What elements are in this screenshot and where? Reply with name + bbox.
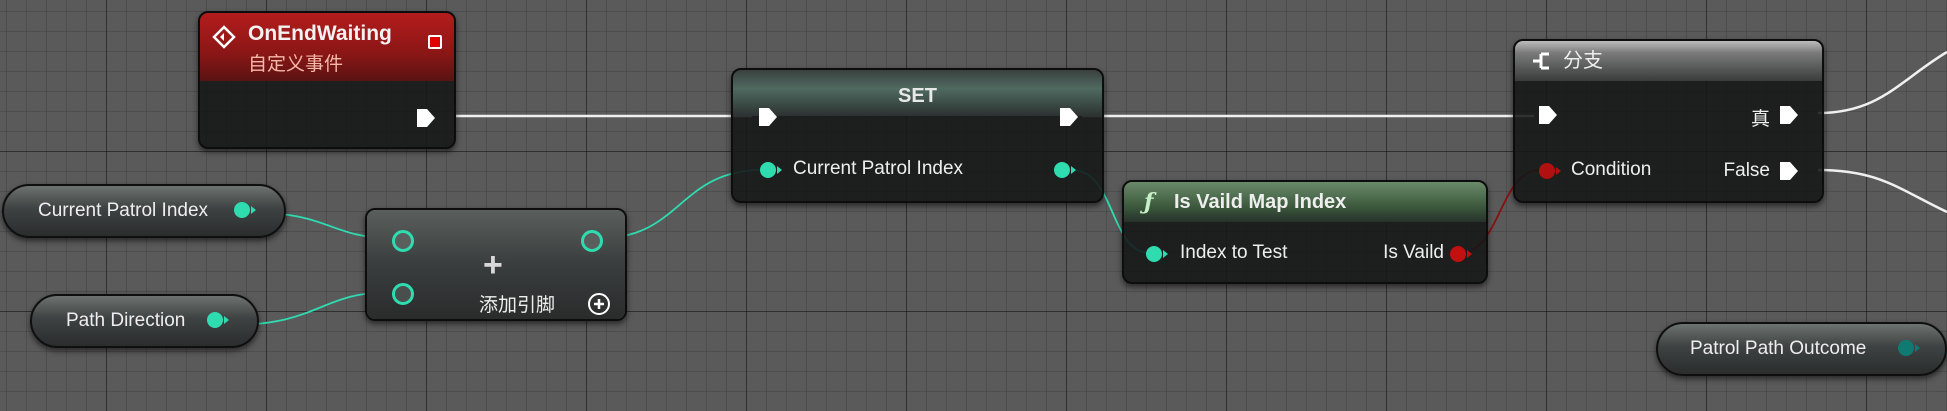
current-patrol-index-out-pin[interactable] [234, 202, 250, 218]
event-diamond-icon [212, 25, 236, 54]
add-circle-icon[interactable] [587, 292, 611, 321]
is-valid-map-index-node[interactable]: ƒ Is Vaild Map Index Index to Test Is Va… [1122, 180, 1488, 284]
set-value-in-pin[interactable] [760, 162, 776, 178]
func-isvalid-label: Is Vaild [1383, 242, 1444, 263]
branch-true-label: 真 [1750, 109, 1770, 130]
set-variable-node[interactable]: SET Current Patrol Index [731, 68, 1104, 203]
event-node-header: OnEndWaiting 自定义事件 [200, 13, 454, 81]
get-current-patrol-index[interactable]: Current Patrol Index [2, 184, 286, 238]
path-direction-out-pin[interactable] [207, 312, 223, 328]
custom-event-node[interactable]: OnEndWaiting 自定义事件 [198, 11, 456, 149]
get-patrol-path-outcome[interactable]: Patrol Path Outcome [1656, 322, 1947, 376]
set-exec-in-pin[interactable] [757, 106, 779, 128]
function-icon: ƒ [1144, 189, 1154, 215]
event-subtitle: 自定义事件 [248, 54, 344, 75]
var-patrol-path-outcome-label: Patrol Path Outcome [1690, 338, 1867, 359]
set-node-header: SET [733, 70, 1102, 116]
add-operator-symbol: + [483, 246, 503, 284]
get-path-direction[interactable]: Path Direction [30, 294, 259, 348]
branch-false-out-pin[interactable] [1778, 160, 1800, 182]
event-exec-out-pin[interactable] [415, 107, 437, 129]
add-pin-label[interactable]: 添加引脚 [479, 290, 555, 317]
branch-node-header: 分支 [1515, 41, 1822, 81]
func-index-label: Index to Test [1180, 242, 1288, 263]
func-isvalid-out-pin[interactable] [1450, 246, 1466, 262]
patrol-path-outcome-out-pin[interactable] [1898, 340, 1914, 356]
breakpoint-icon[interactable] [428, 35, 442, 49]
branch-condition-label: Condition [1571, 159, 1652, 180]
branch-node[interactable]: 分支 真 Condition False [1513, 39, 1824, 203]
event-title: OnEndWaiting [248, 22, 392, 45]
func-index-in-pin[interactable] [1146, 246, 1162, 262]
var-path-direction-label: Path Direction [66, 310, 186, 331]
add-integer-node[interactable]: + 添加引脚 [365, 208, 627, 321]
branch-title: 分支 [1563, 50, 1603, 72]
branch-false-label: False [1723, 160, 1770, 181]
set-exec-out-pin[interactable] [1058, 106, 1080, 128]
branch-icon [1529, 49, 1553, 82]
branch-condition-pin[interactable] [1539, 163, 1555, 179]
set-value-out-pin[interactable] [1054, 162, 1070, 178]
add-input-b-pin[interactable] [392, 283, 414, 305]
add-output-pin[interactable] [581, 230, 603, 252]
branch-exec-in-pin[interactable] [1537, 104, 1559, 126]
func-node-header: ƒ Is Vaild Map Index [1124, 182, 1486, 222]
set-value-label: Current Patrol Index [793, 158, 964, 179]
func-title: Is Vaild Map Index [1174, 191, 1347, 213]
add-input-a-pin[interactable] [392, 230, 414, 252]
branch-true-out-pin[interactable] [1778, 104, 1800, 126]
var-current-patrol-index-label: Current Patrol Index [38, 200, 209, 221]
